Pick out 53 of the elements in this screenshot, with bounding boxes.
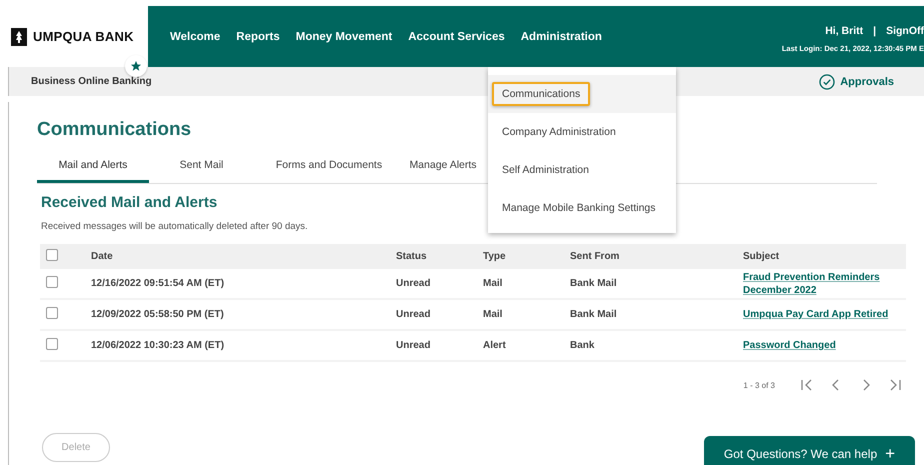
retention-note: Received messages will be automatically deleted after 90 days. [41,221,309,232]
bank-logo-icon [11,28,27,46]
check-circle-icon [819,74,836,90]
subject-link[interactable]: Fraud Prevention Reminders December 2022 [743,270,893,296]
checkbox[interactable] [46,307,58,319]
page-title: Communications [37,118,192,141]
column-header: Type [483,251,506,262]
status-cell: Unread [396,278,430,289]
subject-link[interactable]: Umpqua Pay Card App Retired [743,308,888,321]
tab[interactable]: Sent Mail [149,153,254,183]
page-range: 1 - 3 of 3 [743,380,775,390]
section-title: Received Mail and Alerts [41,194,218,211]
bank-logo: UMPQUA BANK [33,29,134,44]
column-header: Date [91,251,113,262]
app-title: Business Online Banking [31,76,152,87]
column-header: Status [396,251,427,262]
approvals-link[interactable]: Approvals [819,74,894,90]
menu-item[interactable]: Manage Mobile Banking Settings [488,189,676,227]
checkbox[interactable] [46,249,58,261]
nav-link[interactable]: Money Movement [296,30,392,42]
tab[interactable]: Mail and Alerts [37,153,149,183]
date-cell: 12/16/2022 09:51:54 AM (ET) [91,278,224,289]
type-cell: Alert [483,340,506,351]
date-cell: 12/09/2022 05:58:50 PM (ET) [91,309,224,320]
date-cell: 12/06/2022 10:30:23 AM (ET) [91,340,224,351]
signoff-link[interactable]: SignOff [886,24,924,36]
menu-item[interactable]: Self Administration [488,151,676,189]
first-page-icon[interactable] [799,378,813,392]
status-cell: Unread [396,309,430,320]
subject-link[interactable]: Password Changed [743,339,836,352]
status-cell: Unread [396,340,430,351]
column-header: Subject [743,251,780,262]
checkbox[interactable] [46,276,58,288]
menu-item[interactable]: Company Administration [488,113,676,151]
column-header: Sent From [570,251,620,262]
help-button[interactable]: Got Questions? We can help + [704,436,915,465]
sender-cell: Bank Mail [570,278,617,289]
greeting: Hi, Britt [825,24,864,36]
nav-link[interactable]: Account Services [408,30,505,42]
star-icon [130,60,142,72]
checkbox[interactable] [46,338,58,350]
nav-link[interactable]: Administration [520,30,602,42]
menu-item[interactable]: Communications [488,75,676,113]
tab[interactable]: Forms and Documents [254,153,404,183]
sender-cell: Bank [570,340,594,351]
nav-link[interactable]: Reports [236,30,280,42]
nav-link[interactable]: Welcome [170,30,220,42]
tab[interactable]: Manage Alerts [404,153,482,183]
type-cell: Mail [483,309,502,320]
separator: | [873,24,876,36]
sender-cell: Bank Mail [570,309,617,320]
type-cell: Mail [483,278,502,289]
last-page-icon[interactable] [889,378,903,392]
